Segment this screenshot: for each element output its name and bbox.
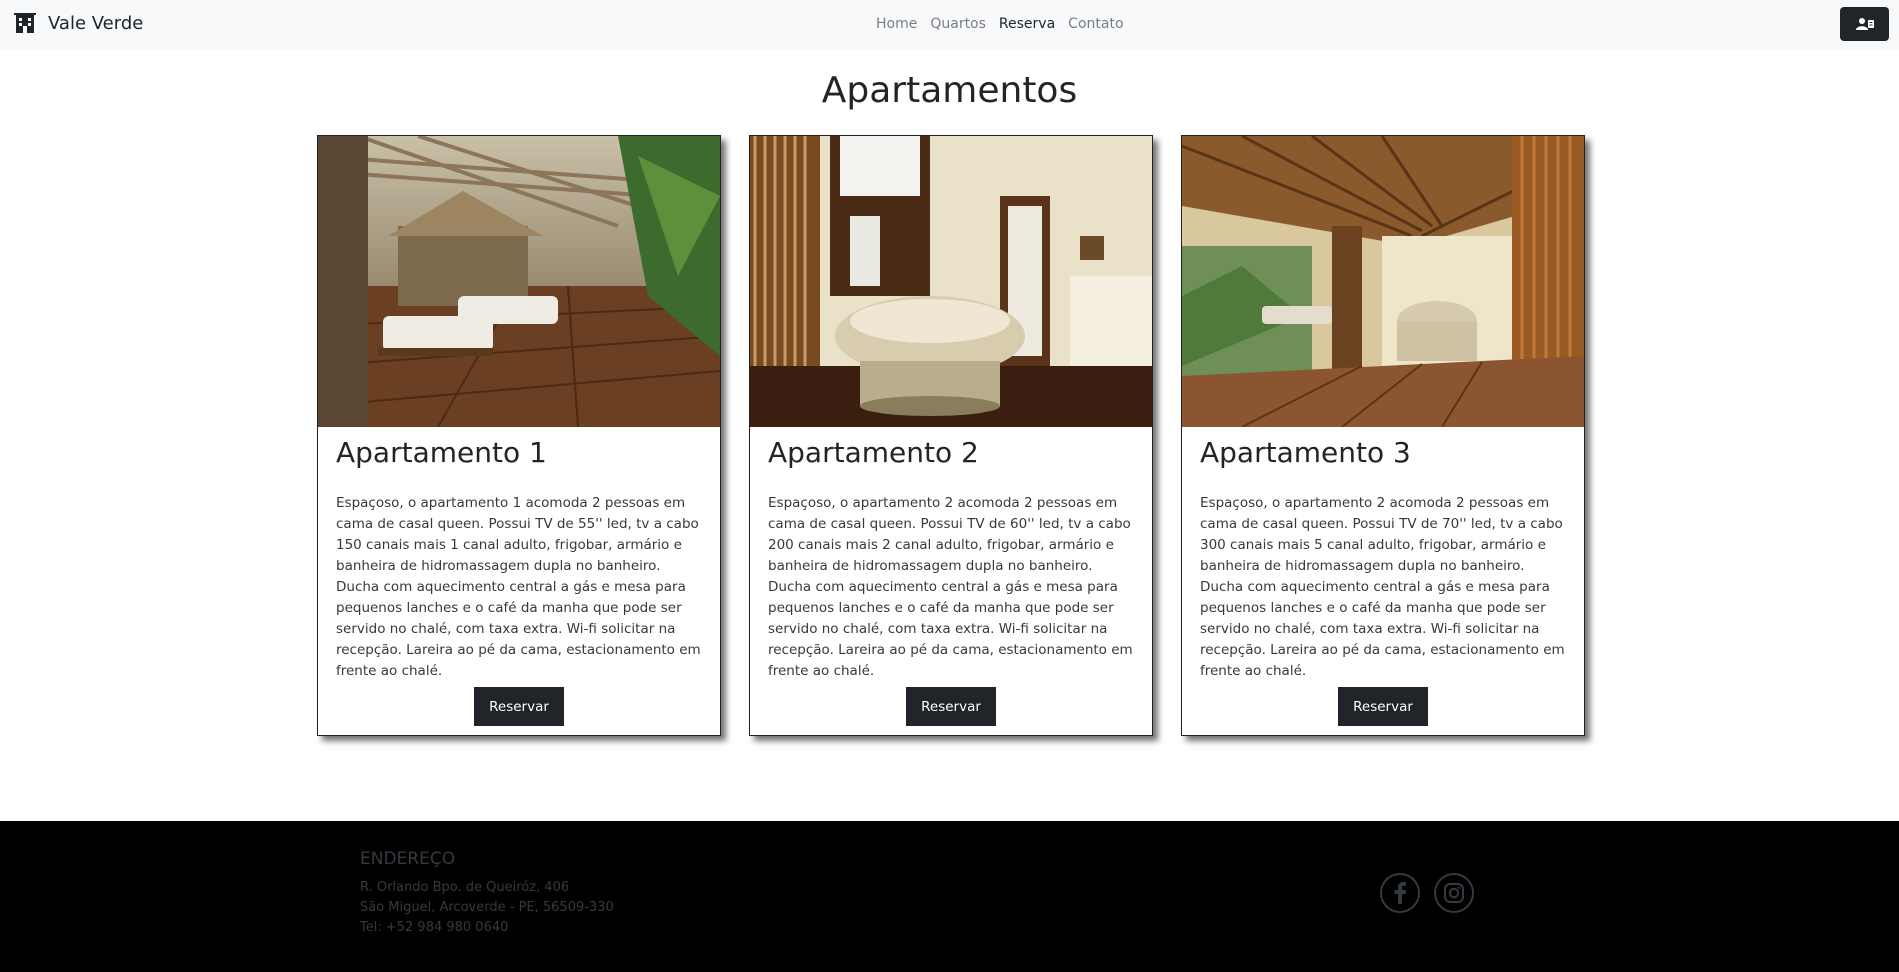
brand-name: Vale Verde xyxy=(48,12,144,34)
card-title: Apartamento 1 xyxy=(336,436,547,469)
nav-quartos[interactable]: Quartos xyxy=(930,16,986,32)
apartment-2-photo xyxy=(750,136,1152,427)
brand-link[interactable]: Vale Verde xyxy=(14,12,143,34)
card-title: Apartamento 3 xyxy=(1200,436,1411,469)
address-city: São Miguel, Arcoverde - PE, 56509-330 xyxy=(360,900,614,915)
card-description: Espaçoso, o apartamento 1 acomoda 2 pess… xyxy=(336,494,701,679)
card-title: Apartamento 2 xyxy=(768,436,979,469)
hotel-building-icon xyxy=(14,13,36,33)
reserve-button-3[interactable]: Reservar xyxy=(1338,687,1428,726)
instagram-link[interactable] xyxy=(1434,873,1474,913)
address-title: ENDEREÇO xyxy=(360,849,456,869)
address-phone: Tel: +52 984 980 0640 xyxy=(360,920,509,935)
apartment-1-photo xyxy=(318,136,720,427)
card-description: Espaçoso, o apartamento 2 acomoda 2 pess… xyxy=(1200,494,1565,679)
facebook-link[interactable] xyxy=(1380,873,1420,913)
footer: ENDEREÇO R. Orlando Bpo. de Queiróz, 406… xyxy=(0,821,1899,972)
apartment-3-photo xyxy=(1182,136,1584,427)
apartment-card-3: Apartamento 3 Espaçoso, o apartamento 2 … xyxy=(1181,135,1585,736)
nav-contato[interactable]: Contato xyxy=(1068,16,1123,32)
apartment-card-1: Apartamento 1 Espaçoso, o apartamento 1 … xyxy=(317,135,721,736)
main-nav: Home Quartos Reserva Contato xyxy=(876,16,1124,32)
address-street: R. Orlando Bpo. de Queiróz, 406 xyxy=(360,880,570,895)
navbar: Vale Verde Home Quartos Reserva Contato xyxy=(0,0,1899,49)
reserve-button-2[interactable]: Reservar xyxy=(906,687,996,726)
nav-home[interactable]: Home xyxy=(876,16,917,32)
page-title: Apartamentos xyxy=(821,70,1078,111)
instagram-icon xyxy=(1444,883,1464,903)
reserve-button-1[interactable]: Reservar xyxy=(474,687,564,726)
facebook-icon xyxy=(1394,882,1406,904)
user-account-button[interactable] xyxy=(1840,7,1889,41)
apartment-card-2: Apartamento 2 Espaçoso, o apartamento 2 … xyxy=(749,135,1153,736)
card-description: Espaçoso, o apartamento 2 acomoda 2 pess… xyxy=(768,494,1133,679)
user-card-icon xyxy=(1855,18,1874,30)
nav-reserva[interactable]: Reserva xyxy=(999,16,1055,32)
